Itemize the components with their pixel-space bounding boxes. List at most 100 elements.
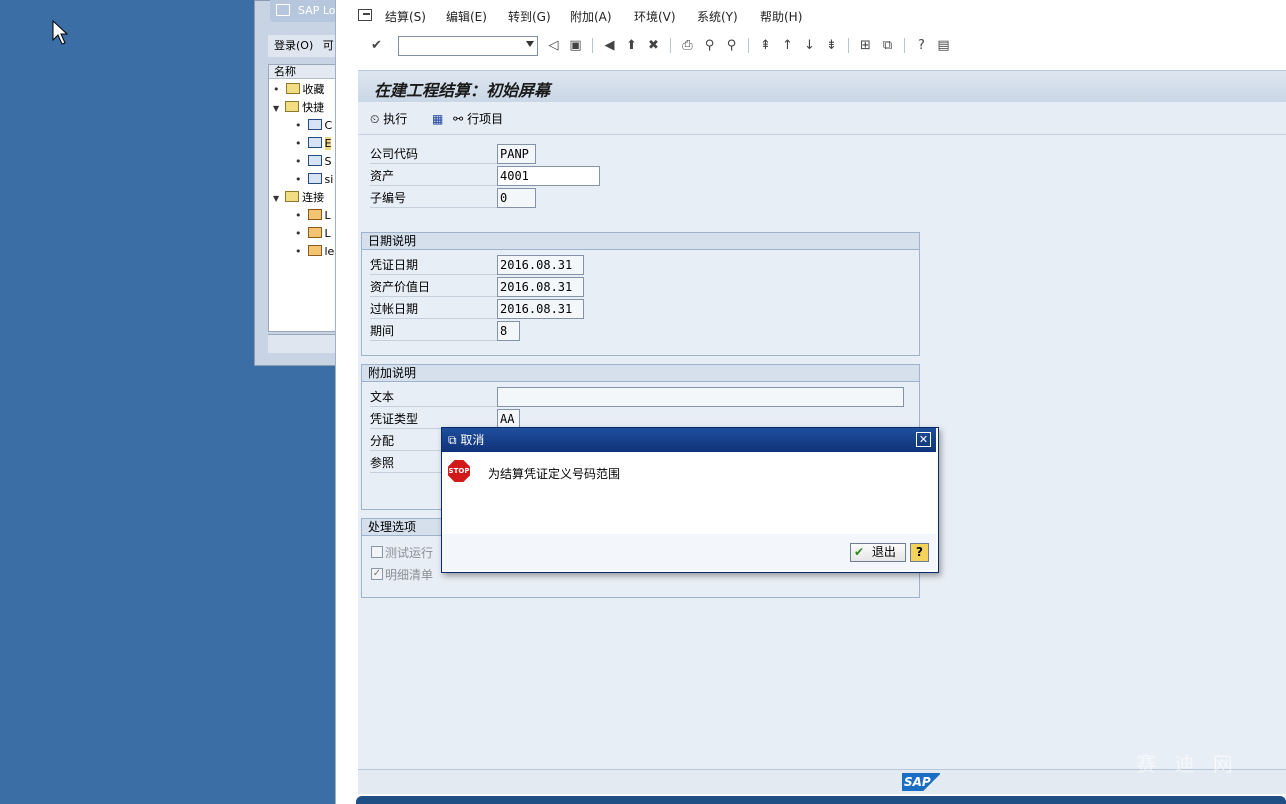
grid-icon: ▦ [432,112,444,126]
posting-date-label: 过帐日期 [370,299,498,319]
mouse-cursor-icon [52,20,68,45]
dialog-message: 为结算凭证定义号码范围 [488,467,621,481]
execute-label: 执行 [383,112,408,126]
window-icon [276,4,290,16]
detail-list-checkbox[interactable]: ✓ [371,568,383,580]
dialog-titlebar: ⧉ 取消 [442,428,936,452]
menu-system[interactable]: 系统(Y) [697,8,738,25]
toolbar-separator [670,38,671,53]
help-button[interactable]: ? [910,543,929,562]
stop-sign-icon: STOP [448,460,470,482]
tree-node[interactable]: • L [295,225,331,243]
collapse-left-icon[interactable]: ◁ [546,38,561,53]
test-run-checkbox[interactable] [371,546,383,558]
tree-node-label: L [324,209,331,222]
tree-node-label: S [324,155,332,168]
shortcut-icon[interactable]: ⧉ [880,38,895,53]
test-run-label: 测试运行 [385,546,434,560]
doc-type-field[interactable]: AA [497,409,520,429]
tree-node-label: si [324,173,334,186]
enter-check-icon[interactable]: ✔ [369,38,384,53]
exit-icon[interactable]: ⬆ [624,38,639,53]
page-title: 在建工程结算：初始屏幕 [374,81,551,100]
doc-type-label: 凭证类型 [370,409,498,429]
menu-extras[interactable]: 附加(A) [570,8,612,25]
print-icon[interactable]: ⎙ [680,38,695,53]
next-page-icon[interactable]: ↓ [802,38,817,53]
folder-icon [285,83,300,94]
period-field[interactable]: 8 [497,321,520,341]
chevron-down-icon[interactable] [526,41,534,47]
text-field[interactable] [497,387,904,407]
menu-settlement[interactable]: 结算(S) [385,8,426,25]
period-label: 期间 [370,321,498,341]
application-toolbar: ⏲ 执行 ▦ ⚯ 行项目 [358,102,1286,135]
help-icon[interactable]: ? [914,38,929,53]
tree-node[interactable]: ▼ 连接 [273,189,324,207]
company-code-field[interactable]: PANP [497,144,536,164]
asset-field[interactable]: 4001 [497,166,600,186]
execute-icon: ⏲ [370,112,380,126]
tree-node[interactable]: • E [295,135,332,153]
cancel-icon[interactable]: ✖ [646,38,661,53]
shortcut-icon [307,173,322,184]
menu-environment[interactable]: 环境(V) [634,8,676,25]
toolbar-separator [748,38,749,53]
prev-page-icon[interactable]: ↑ [780,38,795,53]
back-icon[interactable]: ◀ [602,38,617,53]
tree-node-label: 连接 [302,191,325,204]
tree-node-label: L [324,227,331,240]
close-icon[interactable]: ✕ [916,432,931,447]
save-icon[interactable]: ▣ [568,38,583,53]
menu-edit[interactable]: 编辑(E) [446,8,487,25]
taskbar-edge [356,796,1286,804]
shortcut-icon [307,155,322,166]
value-date-field[interactable]: 2016.08.31 [497,277,584,297]
create-session-icon[interactable]: ⊞ [858,38,873,53]
subnumber-field[interactable]: 0 [497,188,536,208]
dialog-title: 取消 [460,433,485,447]
tree-node[interactable]: • si [295,171,333,189]
doc-date-label: 凭证日期 [370,255,498,275]
command-field[interactable] [398,36,538,56]
line-items-button[interactable]: ▦ ⚯ 行项目 [432,110,503,127]
menu-help[interactable]: 帮助(H) [760,8,802,25]
exit-button[interactable]: ✔ 退出 [850,543,906,562]
company-code-label: 公司代码 [370,144,498,164]
connection-icon [307,209,322,220]
standard-toolbar: ✔ ◁ ▣ ◀ ⬆ ✖ ⎙ ⚲ ⚲ ⇞ ↑ ↓ ⇟ ⊞ ⧉ ? ▤ [336,32,1286,60]
tree-node-label: E [324,137,332,150]
folder-icon [285,101,300,112]
first-page-icon[interactable]: ⇞ [758,38,773,53]
system-menu-icon[interactable] [358,9,372,21]
tree-node[interactable]: ▼ 快捷 [273,99,324,117]
toolbar-separator [848,38,849,53]
tree-node[interactable]: • S [295,153,331,171]
find-icon[interactable]: ⚲ [702,38,717,53]
expand-arrow-icon[interactable]: ▼ [273,194,279,203]
layout-icon[interactable]: ▤ [936,38,951,53]
doc-date-field[interactable]: 2016.08.31 [497,255,584,275]
tree-node[interactable]: • C [295,117,332,135]
menu-goto[interactable]: 转到(G) [508,8,551,25]
dates-group-title: 日期说明 [362,233,919,250]
toolbar-separator [592,38,593,53]
tree-node[interactable]: • 收藏 [273,81,325,99]
find-next-icon[interactable]: ⚲ [724,38,739,53]
logon-menu-item[interactable]: 可 [323,39,334,52]
screen-titlebar: 在建工程结算：初始屏幕 [358,70,1286,103]
posting-date-field[interactable]: 2016.08.31 [497,299,584,319]
glasses-icon: ⚯ [453,112,464,126]
last-page-icon[interactable]: ⇟ [824,38,839,53]
execute-button[interactable]: ⏲ 执行 [370,110,407,127]
tree-node[interactable]: • le [295,243,334,261]
toolbar-separator [904,38,905,53]
error-dialog: ⧉ 取消 ✕ STOP 为结算凭证定义号码范围 ✔ 退出 ? [441,427,939,573]
bullet-icon: • [295,209,302,222]
tree-node-label: 快捷 [302,101,325,114]
logon-menu-item[interactable]: 登录(O) [274,39,313,52]
tree-node[interactable]: • L [295,207,331,225]
tree-node-label: le [324,245,335,258]
tree-node-label: C [324,119,333,132]
expand-arrow-icon[interactable]: ▼ [273,104,279,113]
